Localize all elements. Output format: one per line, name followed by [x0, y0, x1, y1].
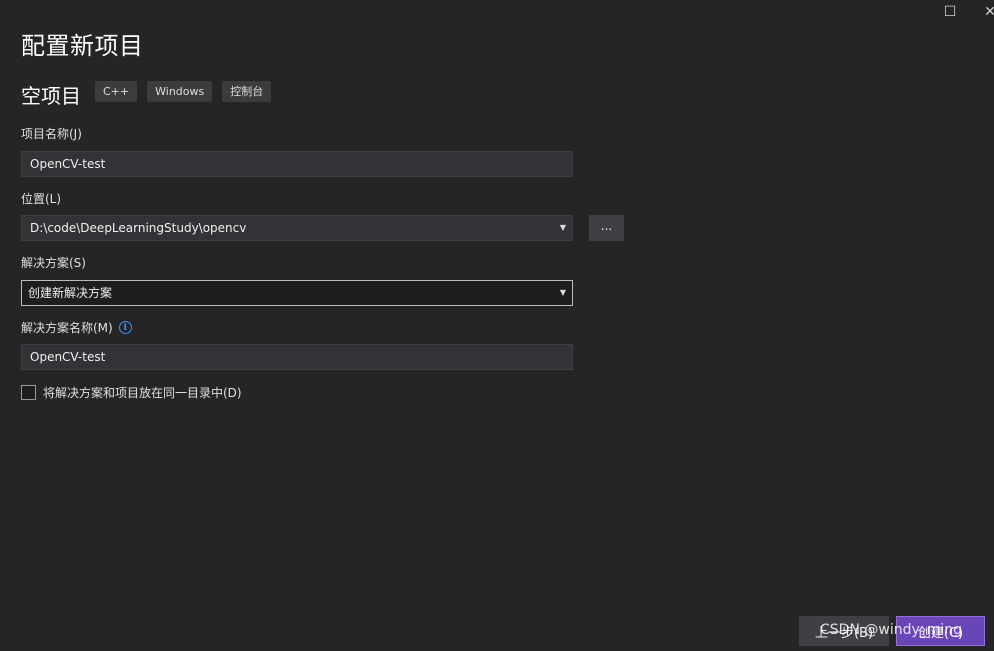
- location-value: D:\code\DeepLearningStudy\opencv: [30, 221, 247, 235]
- solution-name-label-row: 解决方案名称(M) i: [21, 319, 132, 336]
- maximize-button[interactable]: ☐: [935, 0, 965, 24]
- create-button[interactable]: 创建(C): [896, 616, 985, 646]
- same-directory-option[interactable]: 将解决方案和项目放在同一目录中(D): [21, 384, 242, 401]
- chevron-down-icon[interactable]: ▼: [560, 216, 566, 240]
- same-directory-checkbox[interactable]: [21, 385, 36, 400]
- back-button[interactable]: 上一步(B): [799, 616, 889, 646]
- solution-select[interactable]: 创建新解决方案 ▼: [21, 280, 573, 306]
- page-title: 配置新项目: [21, 32, 144, 60]
- tag-language: C++: [95, 81, 138, 102]
- project-name-input[interactable]: OpenCV-test: [21, 151, 573, 177]
- browse-button[interactable]: ...: [589, 215, 624, 241]
- close-icon: ✕: [984, 4, 994, 20]
- solution-name-input[interactable]: OpenCV-test: [21, 344, 573, 370]
- chevron-down-icon[interactable]: ▼: [560, 281, 566, 305]
- info-icon[interactable]: i: [118, 321, 132, 334]
- maximize-icon: ☐: [943, 4, 957, 20]
- project-name-label: 项目名称(J): [21, 127, 82, 141]
- close-button[interactable]: ✕: [975, 0, 994, 24]
- same-directory-label: 将解决方案和项目放在同一目录中(D): [43, 386, 242, 400]
- solution-name-label: 解决方案名称(M): [21, 321, 113, 335]
- solution-value: 创建新解决方案: [28, 286, 113, 300]
- solution-label: 解决方案(S): [21, 256, 86, 270]
- template-name: 空项目: [21, 84, 81, 108]
- tag-project-type: 控制台: [222, 81, 272, 102]
- tag-platform: Windows: [147, 81, 213, 102]
- location-combobox[interactable]: D:\code\DeepLearningStudy\opencv ▼: [21, 215, 573, 241]
- template-tags: C++ Windows 控制台: [95, 81, 272, 102]
- location-label: 位置(L): [21, 192, 62, 206]
